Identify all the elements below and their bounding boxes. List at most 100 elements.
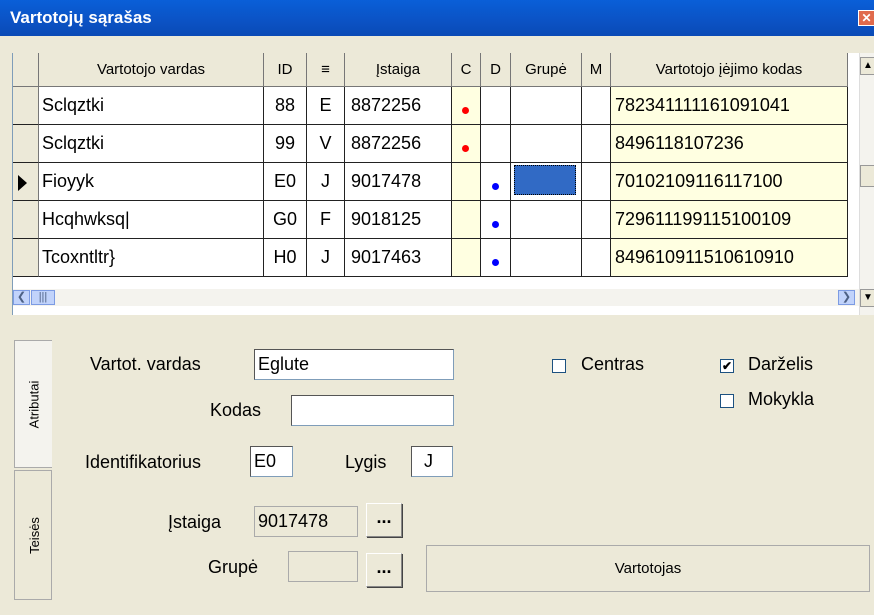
mokykla-checkbox[interactable] bbox=[720, 394, 734, 408]
mokykla-label[interactable]: Mokykla bbox=[748, 389, 814, 410]
cell-istaiga[interactable]: 9018125 bbox=[345, 201, 452, 239]
cell-d[interactable] bbox=[481, 125, 511, 163]
level-input[interactable]: J bbox=[411, 446, 453, 477]
header-login-code[interactable]: Vartotojo įėjimo kodas bbox=[611, 53, 848, 87]
cell-group[interactable] bbox=[511, 239, 582, 277]
cell-istaiga[interactable]: 8872256 bbox=[345, 125, 452, 163]
istaiga-browse-button[interactable]: ... bbox=[366, 503, 402, 537]
cell-username[interactable]: Fioyyk bbox=[39, 163, 264, 201]
cell-username[interactable]: Sclqztki bbox=[39, 125, 264, 163]
horizontal-scrollbar[interactable]: ❮ ||| ❯ bbox=[13, 289, 859, 306]
tab-attributes[interactable]: Atributai bbox=[14, 340, 52, 468]
header-d[interactable]: D bbox=[481, 53, 511, 87]
scroll-right-button[interactable]: ❯ bbox=[838, 290, 855, 305]
cell-level[interactable]: E bbox=[307, 87, 345, 125]
darzelis-checkbox[interactable]: ✔ bbox=[720, 359, 734, 373]
cell-c[interactable] bbox=[452, 163, 481, 201]
selected-cell-highlight bbox=[514, 165, 576, 195]
users-grid[interactable]: Vartotojo vardas ID ≡ Įstaiga C D Grupė … bbox=[12, 53, 874, 315]
cell-level[interactable]: F bbox=[307, 201, 345, 239]
row-indicator[interactable] bbox=[13, 201, 39, 239]
header-username[interactable]: Vartotojo vardas bbox=[39, 53, 264, 87]
cell-id[interactable]: 88 bbox=[264, 87, 307, 125]
cell-login-code[interactable]: 70102109116117100 bbox=[611, 163, 848, 201]
cell-c[interactable] bbox=[452, 239, 481, 277]
window-title: Vartotojų sąrašas bbox=[10, 8, 152, 27]
cell-d[interactable] bbox=[481, 87, 511, 125]
username-input[interactable]: Eglute bbox=[254, 349, 454, 380]
cell-login-code[interactable]: 729611199115100109 bbox=[611, 201, 848, 239]
blue-dot-icon bbox=[492, 221, 499, 228]
vertical-scroll-thumb[interactable] bbox=[860, 165, 874, 187]
scroll-down-button[interactable]: ▼ bbox=[860, 289, 874, 307]
group-input[interactable] bbox=[288, 551, 358, 582]
group-browse-button[interactable]: ... bbox=[366, 553, 402, 587]
cell-c[interactable] bbox=[452, 125, 481, 163]
code-input[interactable] bbox=[291, 395, 454, 426]
tab-rights-label: Teisės bbox=[26, 516, 42, 554]
cell-m[interactable] bbox=[582, 125, 611, 163]
triangle-up-icon: ▲ bbox=[863, 60, 873, 71]
scroll-left-button[interactable]: ❮ bbox=[13, 290, 30, 305]
close-icon: ✕ bbox=[861, 11, 872, 25]
current-row-arrow-icon bbox=[18, 175, 27, 191]
cell-m[interactable] bbox=[582, 239, 611, 277]
red-dot-icon bbox=[462, 145, 469, 152]
vertical-scrollbar[interactable]: ▲ ▼ bbox=[859, 53, 874, 315]
cell-d[interactable] bbox=[481, 239, 511, 277]
cell-group[interactable] bbox=[511, 125, 582, 163]
blue-dot-icon bbox=[492, 183, 499, 190]
tab-rights[interactable]: Teisės bbox=[14, 470, 52, 600]
cell-c[interactable] bbox=[452, 87, 481, 125]
cell-level[interactable]: V bbox=[307, 125, 345, 163]
istaiga-input[interactable]: 9017478 bbox=[254, 506, 358, 537]
scroll-up-button[interactable]: ▲ bbox=[860, 57, 874, 75]
cell-id[interactable]: 99 bbox=[264, 125, 307, 163]
header-istaiga[interactable]: Įstaiga bbox=[345, 53, 452, 87]
row-indicator[interactable] bbox=[13, 125, 39, 163]
header-m[interactable]: M bbox=[582, 53, 611, 87]
identifier-input[interactable]: E0 bbox=[250, 446, 293, 477]
cell-login-code[interactable]: 849610911510610910 bbox=[611, 239, 848, 277]
code-label: Kodas bbox=[210, 400, 262, 420]
cell-istaiga[interactable]: 9017478 bbox=[345, 163, 452, 201]
row-indicator-current[interactable] bbox=[13, 163, 39, 201]
darzelis-label[interactable]: Darželis bbox=[748, 354, 813, 375]
row-indicator[interactable] bbox=[13, 239, 39, 277]
cell-username[interactable]: Hcqhwksq| bbox=[39, 201, 264, 239]
cell-d[interactable] bbox=[481, 163, 511, 201]
cell-group[interactable] bbox=[511, 87, 582, 125]
close-button[interactable]: ✕ bbox=[858, 10, 874, 26]
cell-c[interactable] bbox=[452, 201, 481, 239]
header-group[interactable]: Grupė bbox=[511, 53, 582, 87]
istaiga-label: Įstaiga bbox=[168, 512, 222, 532]
title-bar[interactable]: Vartotojų sąrašas ✕ bbox=[0, 0, 874, 36]
row-indicator[interactable] bbox=[13, 87, 39, 125]
cell-level[interactable]: J bbox=[307, 239, 345, 277]
cell-group[interactable] bbox=[511, 201, 582, 239]
header-c[interactable]: C bbox=[452, 53, 481, 87]
blue-dot-icon bbox=[492, 259, 499, 266]
header-id[interactable]: ID bbox=[264, 53, 307, 87]
cell-istaiga[interactable]: 8872256 bbox=[345, 87, 452, 125]
cell-username[interactable]: Tcoxntltr} bbox=[39, 239, 264, 277]
cell-level[interactable]: J bbox=[307, 163, 345, 201]
cell-m[interactable] bbox=[582, 163, 611, 201]
chevron-right-icon: ❯ bbox=[841, 291, 852, 303]
header-level[interactable]: ≡ bbox=[307, 53, 345, 87]
centras-checkbox[interactable] bbox=[552, 359, 566, 373]
cell-id[interactable]: H0 bbox=[264, 239, 307, 277]
cell-m[interactable] bbox=[582, 87, 611, 125]
horizontal-scroll-thumb[interactable]: ||| bbox=[31, 290, 55, 305]
cell-id[interactable]: G0 bbox=[264, 201, 307, 239]
cell-d[interactable] bbox=[481, 201, 511, 239]
cell-m[interactable] bbox=[582, 201, 611, 239]
cell-login-code[interactable]: 782341111161091041 bbox=[611, 87, 848, 125]
cell-istaiga[interactable]: 9017463 bbox=[345, 239, 452, 277]
cell-login-code[interactable]: 8496118107236 bbox=[611, 125, 848, 163]
centras-label[interactable]: Centras bbox=[581, 354, 644, 375]
cell-id[interactable]: E0 bbox=[264, 163, 307, 201]
cell-username[interactable]: Sclqztki bbox=[39, 87, 264, 125]
cell-group-selected[interactable] bbox=[511, 163, 582, 201]
checkmark-icon: ✔ bbox=[721, 359, 733, 373]
